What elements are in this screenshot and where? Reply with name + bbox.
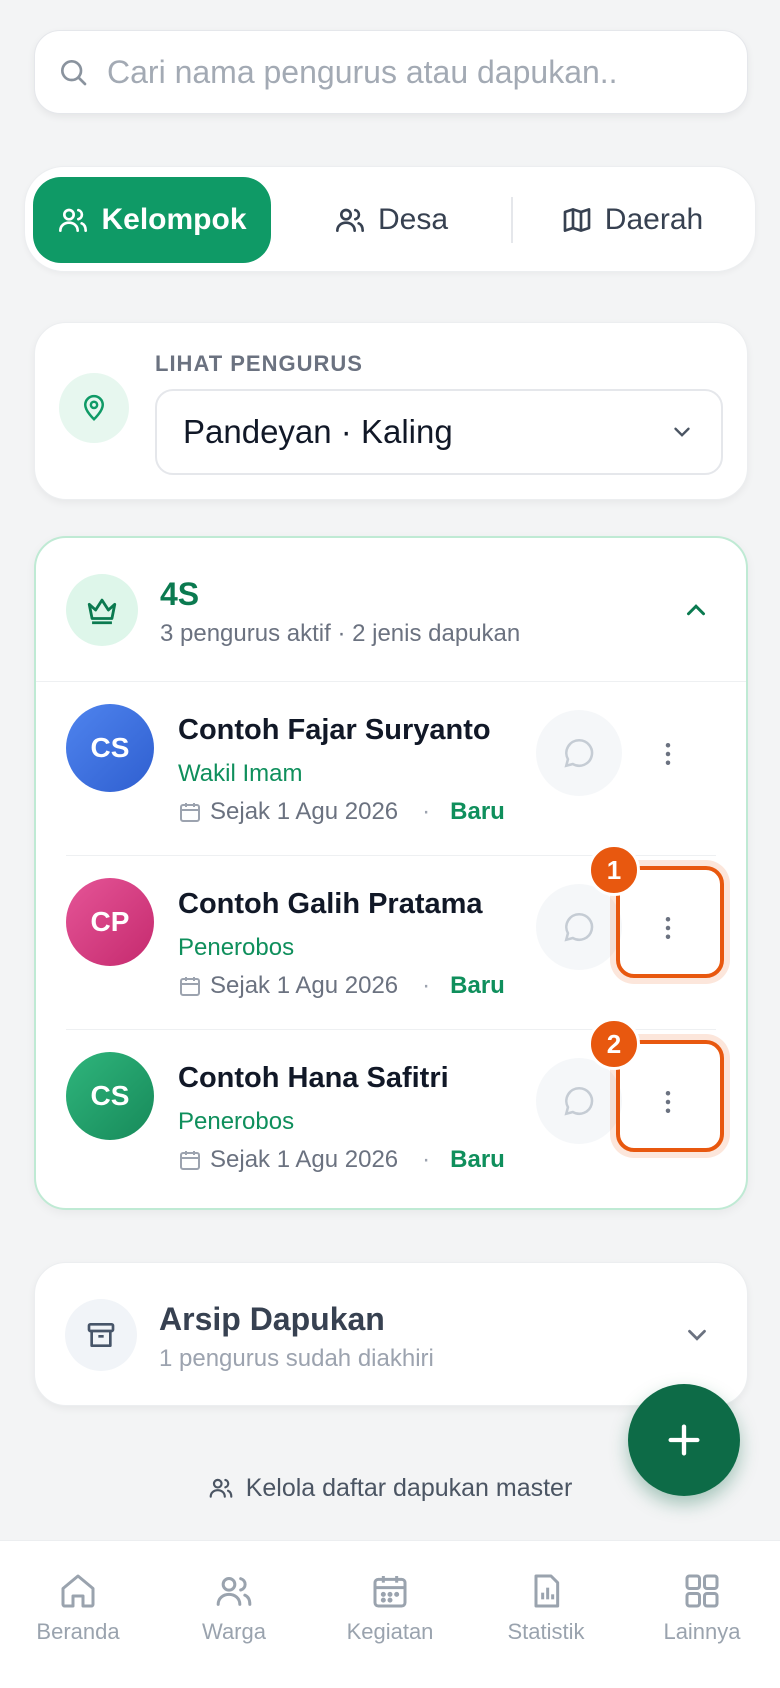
scope-tabs: Kelompok Desa Daerah (24, 166, 756, 272)
location-selected-value: Pandeyan · Kaling (183, 413, 453, 450)
archive-title: Arsip Dapukan (159, 1301, 385, 1337)
chat-bubble-icon (564, 1086, 594, 1116)
tab-desa[interactable]: Desa (275, 177, 507, 263)
search-input[interactable] (107, 53, 707, 91)
member-since: Sejak 1 Agu 2026 · Baru (178, 1146, 505, 1174)
chat-bubble-icon (564, 738, 594, 768)
location-label: LIHAT PENGURUS (155, 351, 363, 376)
tab-kelompok[interactable]: Kelompok (33, 177, 271, 263)
member-name: Contoh Fajar Suryanto (178, 714, 491, 746)
tab-label: Daerah (604, 203, 704, 236)
archive-card[interactable]: Arsip Dapukan 1 pengurus sudah diakhiri (34, 1262, 748, 1406)
member-row: CS Contoh Hana Safitri Penerobos Sejak 1… (36, 1030, 746, 1204)
add-button[interactable] (628, 1384, 740, 1496)
avatar: CP (66, 878, 154, 966)
calendar-icon (373, 1576, 407, 1608)
chat-bubble-icon (564, 912, 594, 942)
nav-label: Lainnya (663, 1619, 741, 1644)
search-icon (61, 60, 87, 86)
nav-beranda[interactable]: Beranda (0, 1571, 156, 1661)
chat-button[interactable] (536, 710, 622, 796)
crown-icon (66, 574, 138, 646)
separator-dot: · (422, 972, 431, 999)
group-header[interactable]: 4S 3 pengurus aktif · 2 jenis dapukan (36, 538, 746, 682)
nav-warga[interactable]: Warga (156, 1571, 312, 1661)
nav-lainnya[interactable]: Lainnya (624, 1571, 780, 1661)
chart-file-icon (534, 1574, 560, 1608)
calendar-icon (180, 977, 200, 996)
since-text: Sejak 1 Agu 2026 (210, 972, 399, 999)
home-icon (61, 1574, 95, 1608)
archive-box-icon (65, 1299, 137, 1371)
member-since: Sejak 1 Agu 2026 · Baru (178, 798, 505, 826)
users-icon (209, 1478, 233, 1498)
search-bar[interactable] (34, 30, 748, 114)
tab-label: Desa (377, 203, 449, 236)
status-badge: Baru (450, 1146, 505, 1173)
plus-icon (668, 1424, 700, 1456)
archive-subtitle: 1 pengurus sudah diakhiri (159, 1345, 434, 1372)
member-row: CP Contoh Galih Pratama Penerobos Sejak … (36, 856, 746, 1030)
nav-label: Warga (202, 1619, 266, 1644)
grid-icon (685, 1574, 719, 1608)
step-marker: 1 (588, 844, 640, 896)
more-vertical-icon (665, 743, 671, 765)
member-role: Penerobos (178, 1108, 295, 1135)
location-pin-icon (59, 373, 129, 443)
manage-link-label: Kelola daftar dapukan master (245, 1473, 573, 1502)
avatar: CS (66, 1052, 154, 1140)
member-row: CS Contoh Fajar Suryanto Wakil Imam Seja… (36, 682, 746, 856)
nav-kegiatan[interactable]: Kegiatan (312, 1571, 468, 1661)
location-card: LIHAT PENGURUS Pandeyan · Kaling (34, 322, 748, 500)
users-icon (59, 208, 88, 232)
separator-dot: · (422, 1146, 431, 1173)
since-text: Sejak 1 Agu 2026 (210, 1146, 399, 1173)
group-title: 4S (160, 576, 200, 612)
location-select[interactable]: Pandeyan · Kaling (155, 389, 723, 475)
separator-dot: · (422, 798, 431, 825)
chevron-down-icon (674, 427, 690, 437)
nav-label: Statistik (507, 1619, 585, 1644)
chat-button[interactable] (536, 1058, 622, 1144)
more-vertical-icon (665, 917, 671, 939)
member-name: Contoh Hana Safitri (178, 1062, 449, 1094)
group-card: 4S 3 pengurus aktif · 2 jenis dapukan CS… (34, 536, 748, 1210)
tab-divider (511, 197, 513, 243)
users-icon (216, 1577, 252, 1606)
nav-statistik[interactable]: Statistik (468, 1571, 624, 1661)
nav-label: Kegiatan (346, 1619, 434, 1644)
since-text: Sejak 1 Agu 2026 (210, 798, 399, 825)
member-role: Wakil Imam (178, 760, 303, 787)
users-icon (335, 208, 364, 232)
status-badge: Baru (450, 798, 505, 825)
collapse-button[interactable] (676, 590, 716, 630)
more-vertical-icon (665, 1091, 671, 1113)
step-marker: 2 (588, 1018, 640, 1070)
map-icon (563, 208, 591, 232)
more-options-button[interactable] (636, 712, 700, 796)
member-role: Penerobos (178, 934, 295, 961)
chevron-up-icon (687, 604, 705, 616)
chevron-down-icon (677, 1315, 717, 1355)
tab-daerah[interactable]: Daerah (515, 177, 749, 263)
member-since: Sejak 1 Agu 2026 · Baru (178, 972, 505, 1000)
member-name: Contoh Galih Pratama (178, 888, 483, 920)
bottom-nav: Beranda Warga Kegiatan Statistik Lainnya (0, 1540, 780, 1688)
tab-label: Kelompok (101, 203, 247, 236)
avatar: CS (66, 704, 154, 792)
nav-label: Beranda (36, 1619, 120, 1644)
more-options-button[interactable] (636, 1060, 700, 1144)
more-options-button[interactable] (636, 886, 700, 970)
calendar-icon (180, 803, 200, 822)
status-badge: Baru (450, 972, 505, 999)
chat-button[interactable] (536, 884, 622, 970)
group-subtitle: 3 pengurus aktif · 2 jenis dapukan (160, 620, 521, 647)
calendar-icon (180, 1151, 200, 1170)
